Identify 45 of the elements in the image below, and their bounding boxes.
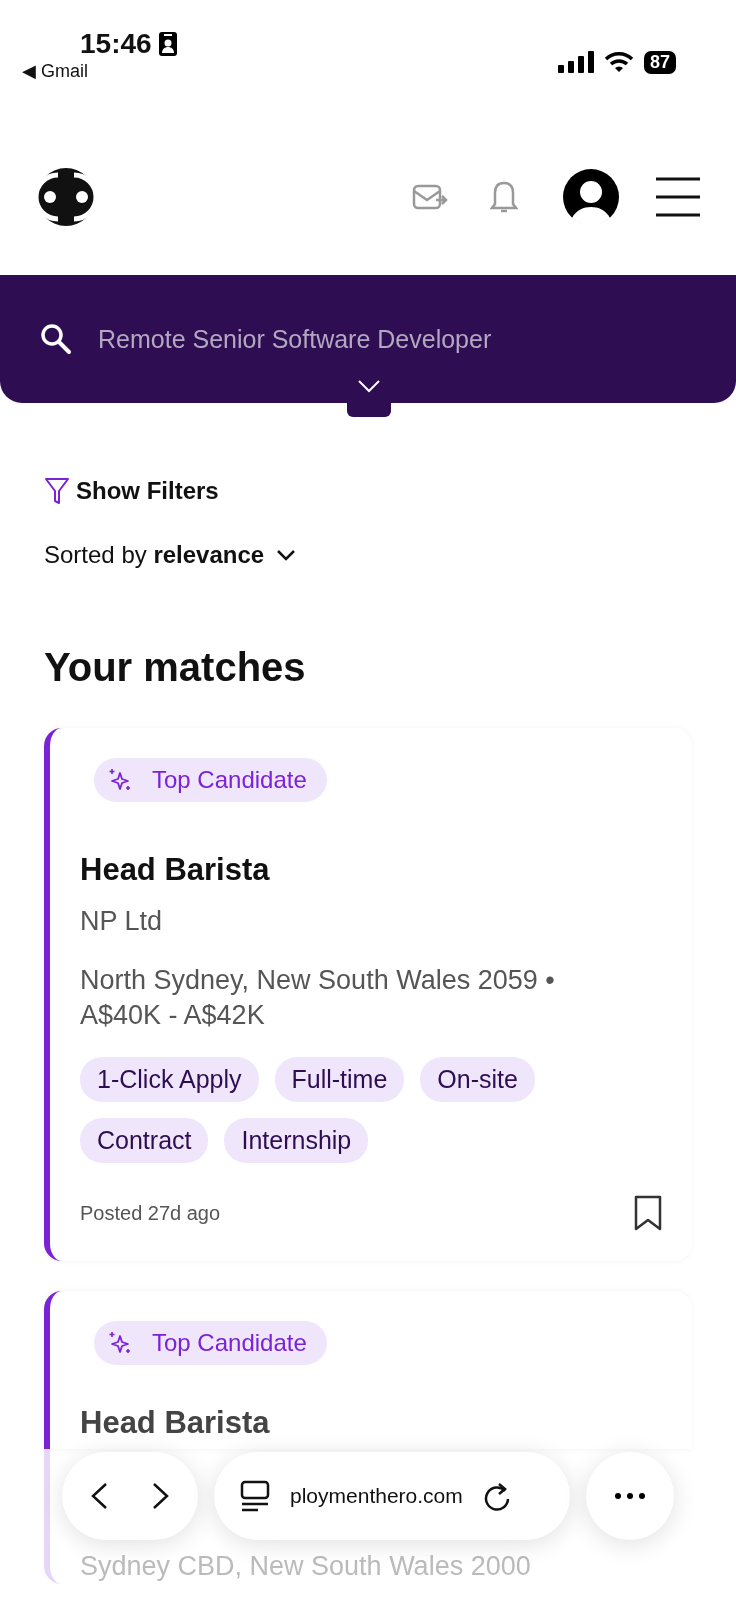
- more-icon: [614, 1492, 646, 1500]
- notification-bell-icon[interactable]: [490, 179, 518, 214]
- forward-button[interactable]: [152, 1482, 170, 1510]
- reader-icon: [240, 1480, 270, 1512]
- sparkle-icon: [108, 768, 132, 792]
- salary-range: A$40K - A$42K: [80, 999, 266, 1033]
- bookmark-icon[interactable]: [634, 1195, 662, 1232]
- job-tag: Internship: [224, 1118, 369, 1164]
- company-name: NP Ltd: [80, 905, 164, 938]
- job-location: Sydney CBD, New South Wales 2000: [80, 1550, 532, 1584]
- top-candidate-badge: Top Candidate: [94, 758, 327, 802]
- sparkle-icon: [108, 1331, 132, 1356]
- job-tag: Full-time: [274, 1057, 405, 1103]
- wifi-icon: [603, 51, 634, 73]
- sort-dropdown[interactable]: Sorted by relevance: [44, 541, 297, 569]
- avatar-icon[interactable]: [562, 167, 620, 226]
- status-time: 15:46: [80, 28, 152, 60]
- search-icon: [40, 323, 72, 355]
- filter-icon: [44, 477, 70, 505]
- job-tag: Contract: [80, 1118, 209, 1164]
- show-filters-button[interactable]: Show Filters: [44, 477, 692, 505]
- address-bar[interactable]: ploymenthero.com: [214, 1452, 570, 1540]
- back-button[interactable]: [90, 1482, 108, 1510]
- top-candidate-badge: Top Candidate: [94, 1321, 327, 1366]
- menu-icon[interactable]: [656, 176, 700, 217]
- expand-tab[interactable]: [347, 403, 391, 417]
- section-title: Your matches: [44, 645, 307, 690]
- job-title: Head Barista: [80, 852, 271, 888]
- id-badge-icon: [157, 31, 178, 57]
- back-to-app-link[interactable]: ◀ Gmail: [22, 60, 178, 82]
- signal-icon: [557, 51, 594, 73]
- chevron-down-icon: [276, 549, 297, 561]
- job-title: Head Barista: [80, 1405, 271, 1442]
- job-card[interactable]: Top Candidate Head Barista: [44, 1291, 692, 1450]
- chevron-right-icon: [152, 1482, 170, 1510]
- search-field[interactable]: Remote Senior Software Developer: [0, 275, 736, 403]
- reload-icon[interactable]: [482, 1481, 511, 1511]
- job-location: North Sydney, New South Wales 2059 •: [80, 964, 556, 998]
- job-tag: 1-Click Apply: [80, 1057, 259, 1103]
- chevron-left-icon: [90, 1482, 108, 1510]
- posted-date: Posted 27d ago: [80, 1201, 221, 1225]
- battery-level: 87: [643, 50, 676, 74]
- job-card[interactable]: Top Candidate Head Barista NP Ltd North Sydney, New South Wales 2059 • A$40K - A$42K 1-Click Apply Full-time On-site Contract Internship Posted 27d ago: [44, 728, 692, 1262]
- job-tag: On-site: [420, 1057, 535, 1103]
- chevron-down-icon[interactable]: [357, 379, 381, 393]
